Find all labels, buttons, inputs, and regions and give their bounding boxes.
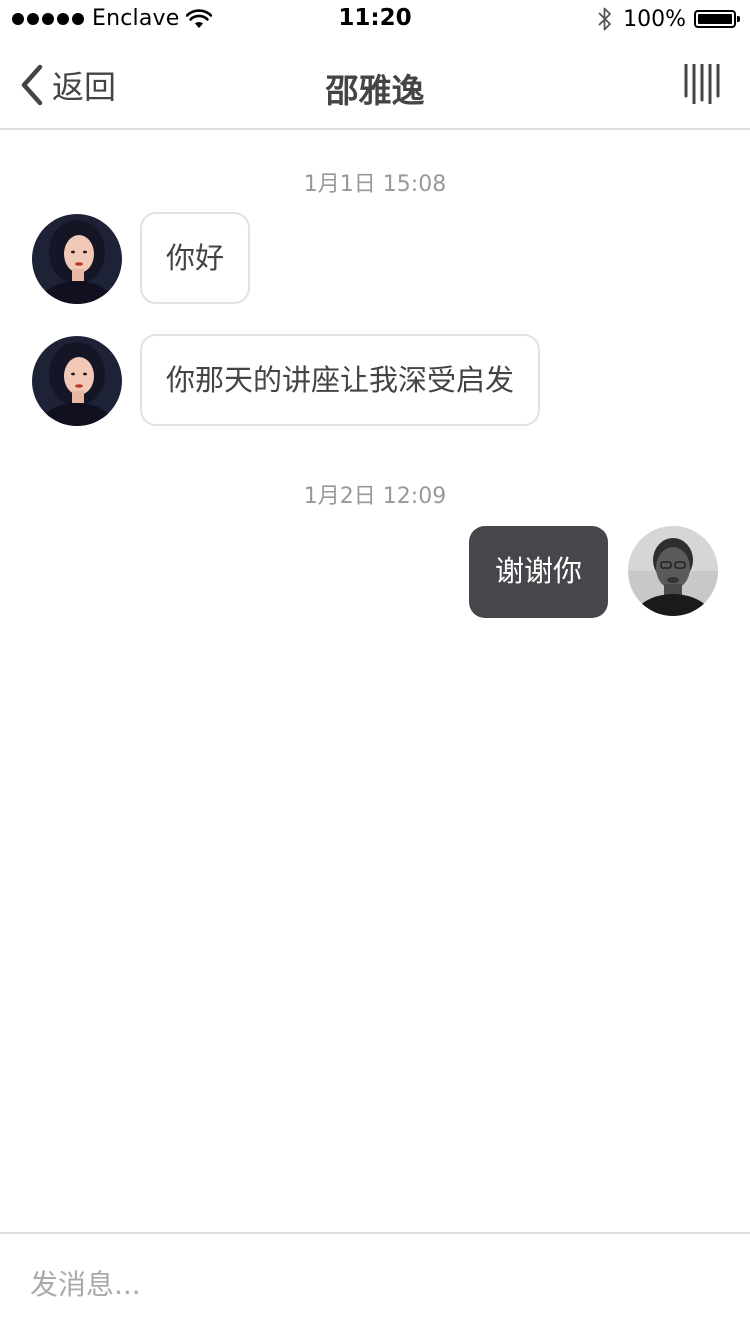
message-list[interactable]: 1月1日 15:08 你好 你那天的讲座让我深受启发 1月2日 12:09 谢谢… (0, 130, 750, 1232)
contact-avatar[interactable] (32, 336, 122, 426)
received-message-bubble[interactable]: 你那天的讲座让我深受启发 (140, 334, 541, 426)
status-bar: Enclave 11:20 100% (0, 0, 750, 40)
message-timestamp: 1月2日 12:09 (303, 484, 447, 509)
sent-message-bubble[interactable]: 谢谢你 (468, 526, 608, 618)
bluetooth-icon (598, 7, 611, 31)
contact-avatar[interactable] (32, 214, 122, 304)
chevron-left-icon (21, 64, 43, 106)
battery-fill (698, 14, 732, 24)
back-button[interactable]: 返回 (18, 62, 116, 108)
navigation-bar: 返回 邵雅逸 (0, 40, 750, 130)
status-right: 100% (597, 6, 740, 32)
back-label: 返回 (52, 68, 117, 106)
menu-lines-icon[interactable] (684, 64, 722, 104)
message-input[interactable] (30, 1254, 720, 1314)
message-input-bar (0, 1232, 750, 1334)
received-message-bubble[interactable]: 你好 (140, 212, 251, 304)
user-avatar[interactable] (628, 526, 718, 616)
message-timestamp: 1月1日 15:08 (303, 172, 447, 197)
battery-icon (694, 10, 740, 28)
battery-percent: 100% (623, 6, 686, 32)
